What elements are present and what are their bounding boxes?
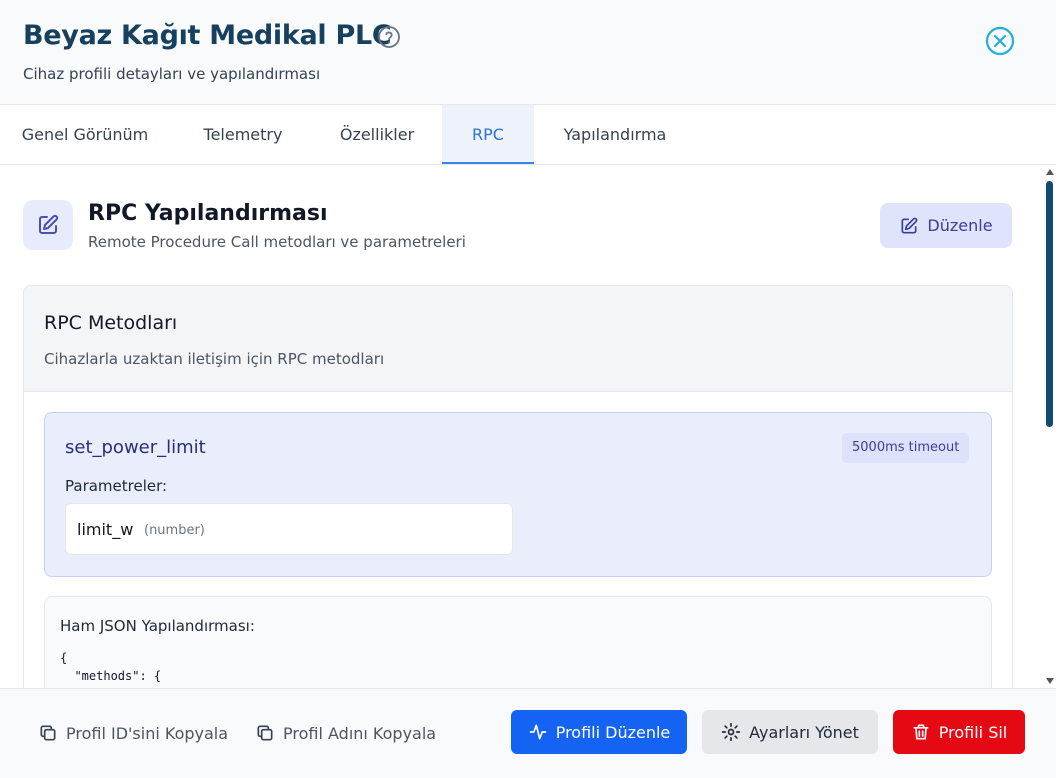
- params-label: Parametreler:: [65, 477, 168, 495]
- edit-profile-button[interactable]: Profili Düzenle: [511, 710, 687, 754]
- param-item: limit_w (number): [65, 503, 513, 555]
- scroll-up-arrow-icon[interactable]: [1046, 169, 1054, 175]
- copy-profile-id-label: Profil ID'sini Kopyala: [66, 723, 229, 743]
- tab-genel-gorunum[interactable]: Genel Görünüm: [0, 105, 170, 164]
- manage-settings-button[interactable]: Ayarları Yönet: [702, 710, 878, 754]
- section-title: RPC Yapılandırması: [88, 201, 328, 226]
- edit-button-label: Düzenle: [927, 216, 993, 235]
- tab-yapilandirma[interactable]: Yapılandırma: [540, 105, 690, 164]
- scroll-thumb[interactable]: [1046, 181, 1053, 427]
- tab-bar: Genel Görünüm Telemetry Özellikler RPC Y…: [0, 105, 1056, 165]
- tab-rpc[interactable]: RPC: [442, 105, 534, 164]
- json-code: { "methods": {: [60, 651, 162, 683]
- copy-profile-name-button[interactable]: Profil Adını Kopyala: [255, 723, 436, 743]
- rpc-method-item: set_power_limit 5000ms timeout Parametre…: [44, 412, 992, 577]
- copy-profile-name-label: Profil Adını Kopyala: [283, 723, 437, 743]
- param-type: (number): [144, 523, 205, 538]
- dialog-subtitle: Cihaz profili detayları ve yapılandırmas…: [23, 65, 321, 83]
- timeout-badge: 5000ms timeout: [842, 433, 970, 463]
- delete-profile-button[interactable]: Profili Sil: [893, 710, 1025, 754]
- card-title: RPC Metodları: [44, 312, 178, 334]
- manage-settings-label: Ayarları Yönet: [749, 722, 859, 742]
- json-label: Ham JSON Yapılandırması:: [60, 617, 255, 635]
- section-icon-box: [23, 200, 73, 250]
- gear-icon: [721, 722, 741, 742]
- edit-button[interactable]: Düzenle: [880, 203, 1012, 248]
- card-subtitle: Cihazlarla uzaktan iletişim için RPC met…: [44, 350, 385, 368]
- raw-json-box: Ham JSON Yapılandırması: { "methods": {: [44, 596, 992, 688]
- edit-profile-label: Profili Düzenle: [555, 722, 671, 742]
- scroll-down-arrow-icon[interactable]: [1046, 678, 1054, 684]
- copy-profile-id-button[interactable]: Profil ID'sini Kopyala: [38, 723, 228, 743]
- scrollbar[interactable]: [1043, 165, 1056, 688]
- tab-content: RPC Yapılandırması Remote Procedure Call…: [0, 165, 1043, 688]
- copy-icon: [257, 725, 273, 741]
- rpc-methods-card: RPC Metodları Cihazlarla uzaktan iletişi…: [23, 285, 1013, 688]
- dialog-header: Beyaz Kağıt Medikal PLC Cihaz profili de…: [0, 0, 1056, 105]
- card-header: RPC Metodları Cihazlarla uzaktan iletişi…: [24, 286, 1012, 392]
- tab-telemetry[interactable]: Telemetry: [170, 105, 316, 164]
- close-icon[interactable]: [984, 25, 1016, 57]
- tab-ozellikler[interactable]: Özellikler: [316, 105, 438, 164]
- activity-icon: [529, 724, 547, 740]
- question-circle-icon[interactable]: [377, 25, 401, 49]
- dialog-footer: Profil ID'sini Kopyala Profil Adını Kopy…: [0, 688, 1056, 778]
- delete-profile-label: Profili Sil: [938, 722, 1008, 742]
- trash-icon: [913, 724, 929, 740]
- copy-icon: [40, 725, 56, 741]
- section-subtitle: Remote Procedure Call metodları ve param…: [88, 233, 466, 251]
- edit-square-icon: [39, 214, 59, 234]
- param-name: limit_w: [77, 520, 134, 539]
- dialog-title: Beyaz Kağıt Medikal PLC: [23, 20, 392, 51]
- edit-icon: [901, 217, 918, 233]
- method-name: set_power_limit: [65, 437, 206, 458]
